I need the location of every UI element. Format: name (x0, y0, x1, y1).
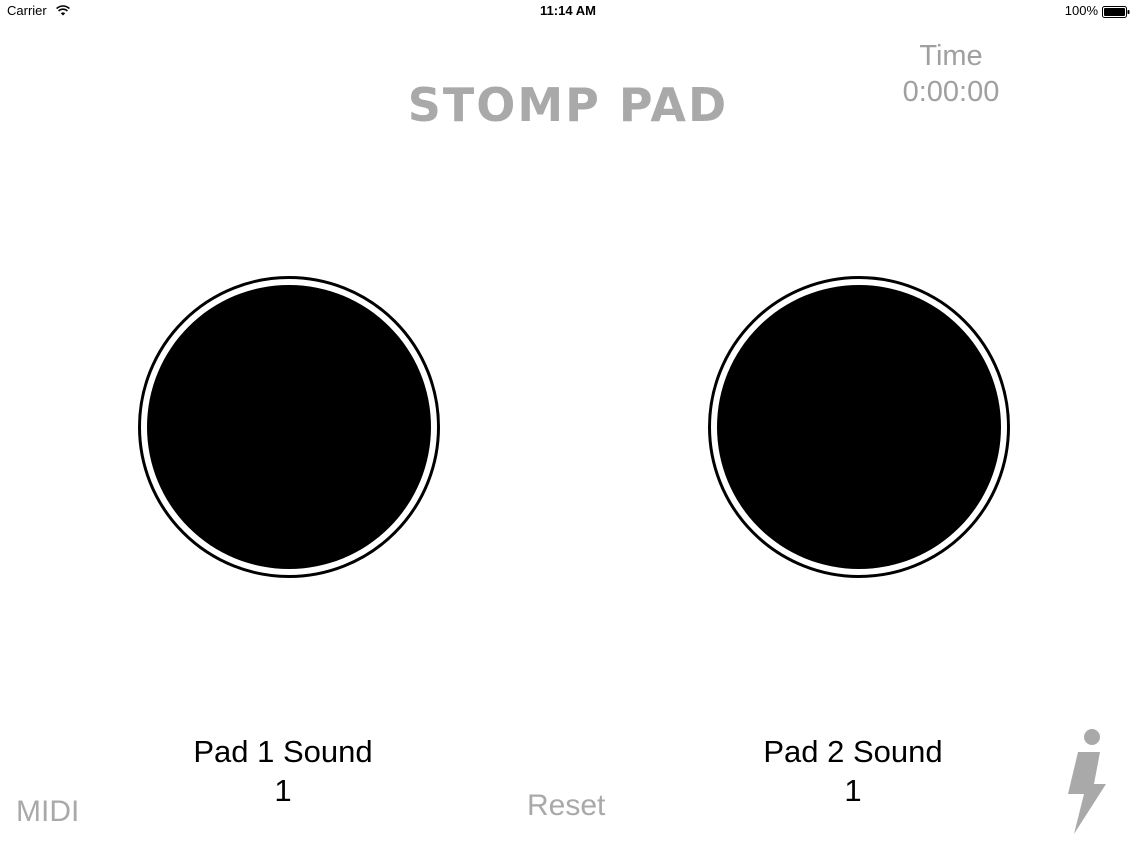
pad-1-sound-label: Pad 1 Sound (193, 734, 373, 769)
battery-percent: 100% (1064, 3, 1098, 18)
status-bar: Carrier 11:14 AM 100% (0, 0, 1136, 24)
pad-1-button[interactable] (138, 276, 440, 578)
pad-2-sound-label: Pad 2 Sound (763, 734, 943, 769)
pad-1-sound-selector[interactable]: Pad 1 Sound 1 (133, 732, 433, 810)
pad-1-surface (147, 285, 431, 569)
reset-button[interactable]: Reset (527, 789, 605, 823)
status-clock: 11:14 AM (540, 3, 596, 18)
pad-2-surface (717, 285, 1001, 569)
stomp-pad-screen: Carrier 11:14 AM 100% STOMP PAD Time 0:0… (0, 0, 1136, 852)
pad-2-sound-value: 1 (844, 773, 862, 808)
pad-1-sound-value: 1 (274, 773, 292, 808)
timer-display: Time 0:00:00 (880, 38, 1022, 110)
pad-2-sound-selector[interactable]: Pad 2 Sound 1 (703, 732, 1003, 810)
timer-label: Time (919, 40, 983, 72)
pad-2-button[interactable] (708, 276, 1010, 578)
lightning-info-icon[interactable] (1060, 728, 1114, 836)
battery-icon (1102, 6, 1130, 18)
timer-value: 0:00:00 (902, 76, 1000, 108)
midi-button[interactable]: MIDI (16, 795, 79, 829)
